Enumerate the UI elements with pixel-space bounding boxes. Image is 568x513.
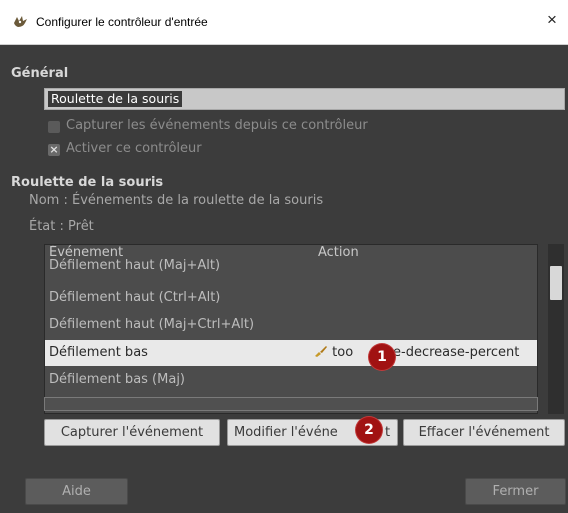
- gimp-icon: [14, 16, 27, 27]
- annotation-badge-1: 1: [369, 344, 395, 370]
- action-cell: too: [314, 340, 353, 366]
- general-heading: Général: [11, 66, 69, 81]
- event-table: Événement Action Défilement haut (Maj+Al…: [44, 244, 538, 414]
- event-cell: Défilement haut (Maj+Alt): [49, 258, 221, 273]
- event-cell: Défilement haut (Ctrl+Alt): [49, 290, 221, 305]
- action-text: too: [332, 345, 354, 360]
- paintbrush-icon: [315, 346, 327, 357]
- vertical-scrollbar[interactable]: [548, 244, 564, 414]
- modify-event-label: Modifier l'événe: [234, 425, 338, 440]
- annotation-badge-2: 2: [356, 417, 382, 443]
- help-button[interactable]: Aide: [25, 478, 128, 505]
- activate-controller-label: Activer ce contrôleur: [66, 141, 202, 156]
- event-cell: Défilement haut (Maj+Ctrl+Alt): [49, 317, 255, 332]
- action-text-tail: e-decrease-percent: [393, 345, 520, 360]
- table-row[interactable]: Défilement haut (Ctrl+Alt): [45, 285, 537, 311]
- controller-heading: Roulette de la souris: [11, 175, 164, 190]
- modify-event-label-tail: t: [385, 425, 391, 440]
- capture-event-button[interactable]: Capturer l'événement: [44, 419, 220, 446]
- clear-event-button[interactable]: Effacer l'événement: [403, 419, 565, 446]
- event-cell: Défilement bas (Maj): [49, 372, 185, 387]
- event-cell: Défilement bas: [49, 345, 148, 360]
- controller-state-line: État : Prêt: [29, 219, 94, 234]
- table-row-selected[interactable]: Défilement bas too e-decrease-percent: [45, 340, 537, 366]
- controller-name-value: Roulette de la souris: [48, 91, 183, 107]
- horizontal-scrollbar[interactable]: [44, 397, 538, 411]
- controller-name-line: Nom : Événements de la roulette de la so…: [29, 193, 324, 208]
- table-row[interactable]: Défilement bas (Maj): [45, 367, 537, 393]
- window-title: Configurer le contrôleur d'entrée: [36, 15, 208, 29]
- activate-controller-checkbox[interactable]: ×: [48, 144, 60, 156]
- capture-events-checkbox[interactable]: [48, 121, 60, 133]
- table-row[interactable]: Défilement haut (Maj+Ctrl+Alt): [45, 312, 537, 338]
- table-row[interactable]: Défilement haut (Maj+Alt): [45, 257, 537, 275]
- title-bar: Configurer le contrôleur d'entrée ×: [0, 0, 568, 45]
- capture-events-label: Capturer les événements depuis ce contrô…: [66, 118, 368, 133]
- close-icon[interactable]: ×: [542, 10, 562, 30]
- controller-name-field[interactable]: Roulette de la souris: [44, 88, 565, 110]
- close-button[interactable]: Fermer: [465, 478, 566, 505]
- scrollbar-thumb[interactable]: [550, 266, 562, 300]
